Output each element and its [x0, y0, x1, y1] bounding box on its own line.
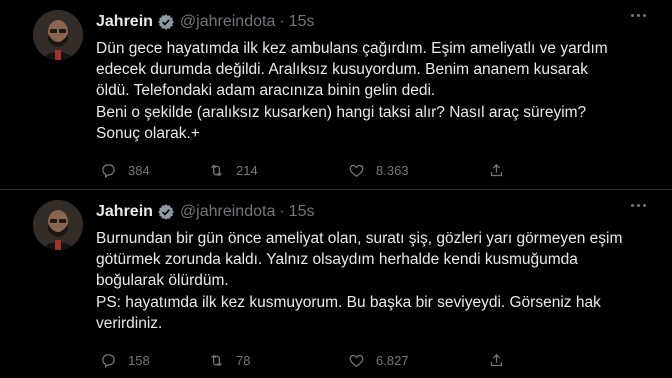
tweet-text-line: Burnundan bir gün önce ameliyat olan, su… — [96, 230, 623, 247]
verified-badge-icon — [157, 13, 175, 31]
like-heart-icon — [349, 354, 364, 367]
tweet-text: Dün gece hayatımda ilk kez ambulans çağı… — [96, 38, 656, 144]
tweet-actions: 158 78 6.827 — [100, 350, 516, 370]
share-button[interactable] — [488, 160, 516, 180]
like-button[interactable]: 8.363 — [348, 160, 488, 180]
user-handle[interactable]: @jahreindota — [180, 203, 275, 221]
like-button[interactable]: 6.827 — [348, 350, 488, 370]
more-options-icon[interactable] — [631, 14, 646, 17]
display-name[interactable]: Jahrein — [96, 203, 153, 221]
reply-button[interactable]: 158 — [100, 350, 208, 370]
avatar-image — [33, 200, 83, 250]
display-name[interactable]: Jahrein — [96, 13, 153, 31]
share-icon — [490, 353, 503, 366]
avatar[interactable] — [33, 10, 83, 60]
share-icon — [490, 163, 503, 176]
separator-dot: · — [279, 13, 285, 30]
reply-button[interactable]: 384 — [100, 160, 208, 180]
tweet-text-line: götürmek zorunda kaldı. Yalnız olsaydım … — [96, 251, 578, 269]
tweet-header: Jahrein @jahreindota · 15s — [96, 12, 314, 32]
like-heart-icon — [349, 164, 364, 177]
tweet-text-line: edecek durumda değildi. Aralıksız kusuyo… — [96, 61, 588, 79]
tweet-1[interactable]: Jahrein @jahreindota · 15s Dün gece haya… — [0, 0, 672, 190]
tweet-2[interactable]: Jahrein @jahreindota · 15s Burnundan bir… — [0, 190, 672, 378]
share-button[interactable] — [488, 350, 516, 370]
avatar-image — [33, 10, 83, 60]
user-handle[interactable]: @jahreindota — [180, 13, 275, 31]
reply-icon — [102, 163, 115, 178]
separator-dot: · — [279, 203, 285, 220]
retweet-icon — [211, 354, 222, 366]
retweet-icon — [211, 164, 222, 176]
like-count: 8.363 — [376, 162, 409, 178]
tweet-text-line: PS: hayatımda ilk kez kusmuyorum. Bu baş… — [96, 293, 601, 311]
avatar[interactable] — [33, 200, 83, 250]
retweet-count: 214 — [236, 162, 258, 178]
verified-badge-icon — [157, 203, 175, 221]
tweet-actions: 384 214 8.363 — [100, 160, 516, 180]
tweet-text-line: Dün gece hayatımda ilk kez ambulans çağı… — [96, 40, 608, 57]
timestamp[interactable]: 15s — [289, 203, 315, 221]
tweet-text-line: verirdiniz. — [96, 314, 163, 332]
retweet-button[interactable]: 214 — [208, 160, 348, 180]
tweet-text-line: boğularak ölürdüm. — [96, 272, 229, 290]
reply-count: 384 — [128, 162, 150, 178]
more-options-icon[interactable] — [631, 204, 646, 207]
timestamp[interactable]: 15s — [289, 13, 315, 31]
reply-icon — [102, 353, 115, 368]
retweet-button[interactable]: 78 — [208, 350, 348, 370]
reply-count: 158 — [128, 352, 150, 368]
tweet-header: Jahrein @jahreindota · 15s — [96, 202, 314, 222]
tweet-text-line: Beni o şekilde (aralıksız kusarken) hang… — [96, 103, 587, 121]
retweet-count: 78 — [236, 352, 251, 368]
tweet-text: Burnundan bir gün önce ameliyat olan, su… — [96, 228, 656, 334]
tweet-text-line[interactable]: Sonuç olarak.+ — [96, 123, 656, 144]
like-count: 6.827 — [376, 352, 409, 368]
tweet-text-line: öldü. Telefondaki adam aracınıza binin g… — [96, 82, 436, 100]
